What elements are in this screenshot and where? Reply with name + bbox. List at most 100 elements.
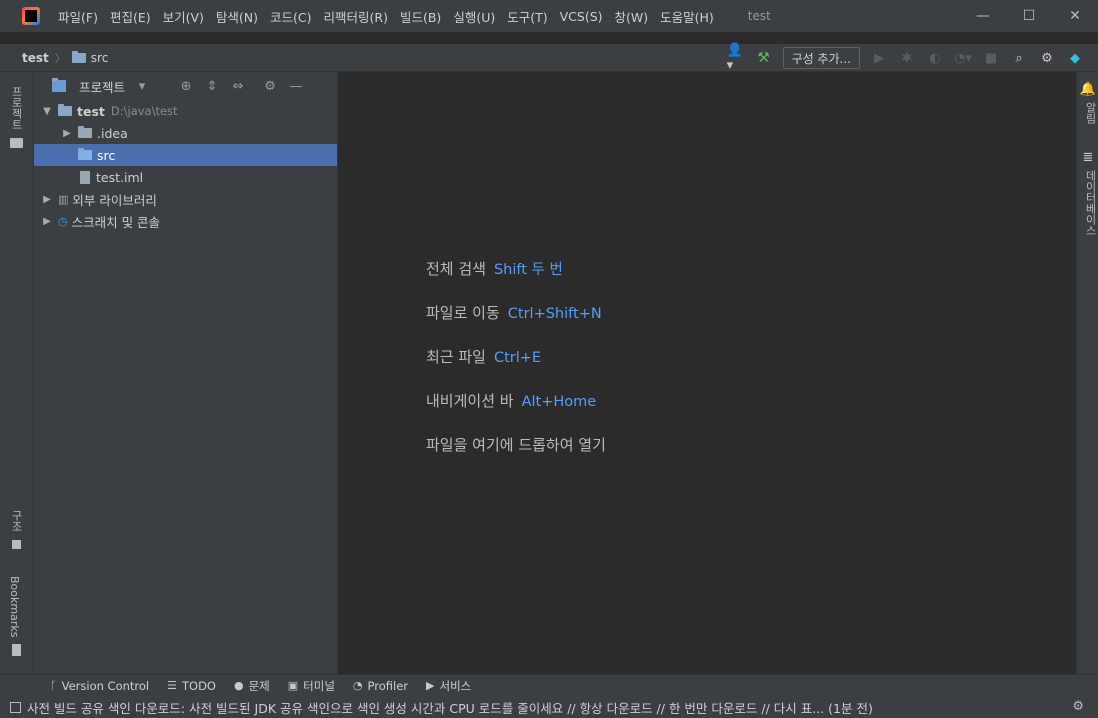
menu-refactor[interactable]: 리팩터링(R) — [318, 7, 394, 26]
menu-view[interactable]: 보기(V) — [157, 7, 210, 26]
module-folder-icon — [58, 104, 72, 116]
tool-window-bar: ᚴ Version Control ☰ TODO ● 문제 ▣ 터미널 ◔ Pr… — [0, 674, 1098, 696]
notifications-bell-icon[interactable]: 🔔 — [1079, 80, 1097, 98]
locate-file-icon[interactable]: ⊕ — [177, 79, 195, 94]
structure-icon[interactable] — [12, 540, 21, 549]
tree-item-test-iml[interactable]: test.iml — [34, 166, 337, 188]
expand-all-icon[interactable]: ⇕ — [203, 79, 221, 94]
tree-item-label: test.iml — [96, 169, 144, 185]
breadcrumb-project[interactable]: test — [22, 51, 49, 65]
panel-settings-gear-icon[interactable]: ⚙ — [261, 79, 279, 94]
source-folder-icon — [78, 148, 92, 160]
folder-icon — [71, 50, 86, 63]
menu-file[interactable]: 파일(F) — [52, 7, 104, 26]
close-icon: ✕ — [1069, 8, 1081, 24]
hint-navigation-bar: 내비게이션 바 Alt+Home — [426, 390, 596, 411]
tab-label: Profiler — [367, 678, 409, 693]
bookmarks-tool-tab[interactable]: Bookmarks — [8, 576, 21, 637]
menu-code[interactable]: 코드(C) — [264, 7, 317, 26]
tree-item-label: 외부 라이브러리 — [72, 192, 157, 208]
scratches-icon: ◷ — [58, 214, 68, 228]
hint-label: 최근 파일 — [426, 348, 486, 366]
menu-run[interactable]: 실행(U) — [447, 7, 501, 26]
toggle-tool-windows-icon[interactable] — [10, 701, 21, 713]
menu-tools[interactable]: 도구(T) — [501, 7, 553, 26]
maximize-button[interactable]: ☐ — [1006, 0, 1052, 32]
library-icon: ▥ — [58, 192, 69, 206]
debug-icon[interactable]: ✱ — [898, 49, 916, 67]
search-icon[interactable]: ⌕ — [1010, 49, 1028, 67]
menu-help[interactable]: 도움말(H) — [654, 7, 720, 26]
background-tasks-icon[interactable]: ⚙ — [1072, 699, 1084, 714]
tab-version-control[interactable]: ᚴ Version Control — [50, 679, 149, 693]
chevron-right-icon[interactable]: ▶ — [40, 194, 54, 205]
collapse-all-icon[interactable]: ⇔ — [229, 79, 247, 94]
profiler-icon: ◔ — [352, 679, 363, 692]
tab-problems[interactable]: ● 문제 — [234, 678, 270, 694]
hint-shortcut: Alt+Home — [521, 394, 597, 410]
project-tool-tab[interactable]: 프로젝트 — [8, 86, 24, 130]
tree-item-src[interactable]: src — [34, 144, 337, 166]
toolbox-icon[interactable]: ◆ — [1066, 49, 1084, 67]
view-dropdown-icon[interactable]: ▾ — [133, 79, 151, 94]
menu-edit[interactable]: 편집(E) — [104, 7, 157, 26]
project-panel-title[interactable]: 프로젝트 — [79, 77, 125, 96]
bookmark-icon[interactable] — [12, 644, 21, 656]
notifications-tool-tab[interactable]: 알림 — [1082, 102, 1098, 124]
hint-shortcut: Ctrl+Shift+N — [507, 306, 602, 322]
tab-label: 터미널 — [303, 678, 335, 693]
tree-item-test[interactable]: ▼ test D:\java\test — [34, 100, 337, 122]
project-folder-icon[interactable] — [10, 138, 23, 148]
menu-vcs[interactable]: VCS(S) — [554, 9, 609, 24]
tree-item-scratches[interactable]: ▶ ◷ 스크래치 및 콘솔 — [34, 210, 337, 232]
tree-item-external-libraries[interactable]: ▶ ▥ 외부 라이브러리 — [34, 188, 337, 210]
chevron-right-icon[interactable]: ▶ — [40, 216, 54, 227]
menu-build[interactable]: 빌드(B) — [394, 7, 447, 26]
minimize-button[interactable]: — — [960, 0, 1006, 32]
tree-item-idea[interactable]: ▶ .idea — [34, 122, 337, 144]
settings-gear-icon[interactable]: ⚙ — [1038, 49, 1056, 67]
database-icon[interactable]: ≣ — [1079, 148, 1097, 166]
profile-icon[interactable]: ◔▾ — [954, 49, 972, 67]
right-tool-strip: 🔔 알림 ≣ 데이터베이스 — [1076, 72, 1098, 674]
hint-go-to-file: 파일로 이동 Ctrl+Shift+N — [426, 302, 602, 323]
tab-label: 문제 — [248, 678, 270, 693]
iml-file-icon — [80, 170, 90, 184]
status-message[interactable]: 사전 빌드 공유 색인 다운로드: 사전 빌드된 JDK 공유 색인으로 색인 … — [27, 698, 873, 717]
tab-label: TODO — [182, 678, 216, 693]
stop-icon[interactable]: ■ — [982, 49, 1000, 67]
breadcrumb-separator-icon: 〉 — [54, 51, 66, 65]
menu-window[interactable]: 창(W) — [609, 7, 655, 26]
close-button[interactable]: ✕ — [1052, 0, 1098, 32]
breadcrumb-src[interactable]: src — [91, 51, 109, 65]
menu-navigate[interactable]: 탐색(N) — [210, 7, 264, 26]
tree-item-path: D:\java\test — [110, 104, 178, 118]
status-bar: 사전 빌드 공유 색인 다운로드: 사전 빌드된 JDK 공유 색인으로 색인 … — [0, 696, 1098, 718]
left-tool-strip: 프로젝트 구조 Bookmarks — [0, 72, 34, 674]
tab-terminal[interactable]: ▣ 터미널 — [288, 678, 335, 694]
hint-shortcut: Shift 두 번 — [493, 262, 563, 278]
account-icon[interactable]: 👤▾ — [727, 43, 745, 73]
coverage-icon[interactable]: ◐ — [926, 49, 944, 67]
services-icon: ▶ — [426, 679, 435, 692]
tree-item-label: .idea — [97, 125, 128, 141]
branch-icon: ᚴ — [50, 679, 57, 692]
intellij-logo-icon[interactable] — [22, 7, 40, 25]
chevron-right-icon[interactable]: ▶ — [60, 128, 74, 139]
toolbar-actions: 👤▾ ⚒ 구성 추가... ▶ ✱ ◐ ◔▾ ■ ⌕ ⚙ ◆ — [727, 43, 1084, 73]
editor-area[interactable]: 전체 검색 Shift 두 번 파일로 이동 Ctrl+Shift+N 최근 파일 C… — [338, 72, 1076, 674]
tab-todo[interactable]: ☰ TODO — [167, 679, 216, 693]
chevron-down-icon[interactable]: ▼ — [40, 106, 54, 117]
hide-panel-icon[interactable]: — — [287, 79, 305, 94]
tab-services[interactable]: ▶ 서비스 — [426, 678, 471, 694]
add-configuration-button[interactable]: 구성 추가... — [782, 47, 860, 69]
run-icon[interactable]: ▶ — [870, 49, 888, 67]
tree-item-label: 스크래치 및 콘솔 — [71, 214, 161, 230]
database-tool-tab[interactable]: 데이터베이스 — [1082, 170, 1098, 236]
menu-bar: 파일(F) 편집(E) 보기(V) 탐색(N) 코드(C) 리팩터링(R) 빌드… — [0, 0, 1098, 32]
build-hammer-icon[interactable]: ⚒ — [755, 49, 773, 67]
breadcrumb: test 〉 src — [22, 50, 108, 66]
structure-tool-tab[interactable]: 구조 — [8, 510, 24, 532]
tree-item-label: test — [77, 103, 105, 119]
tab-profiler[interactable]: ◔ Profiler — [353, 679, 408, 693]
